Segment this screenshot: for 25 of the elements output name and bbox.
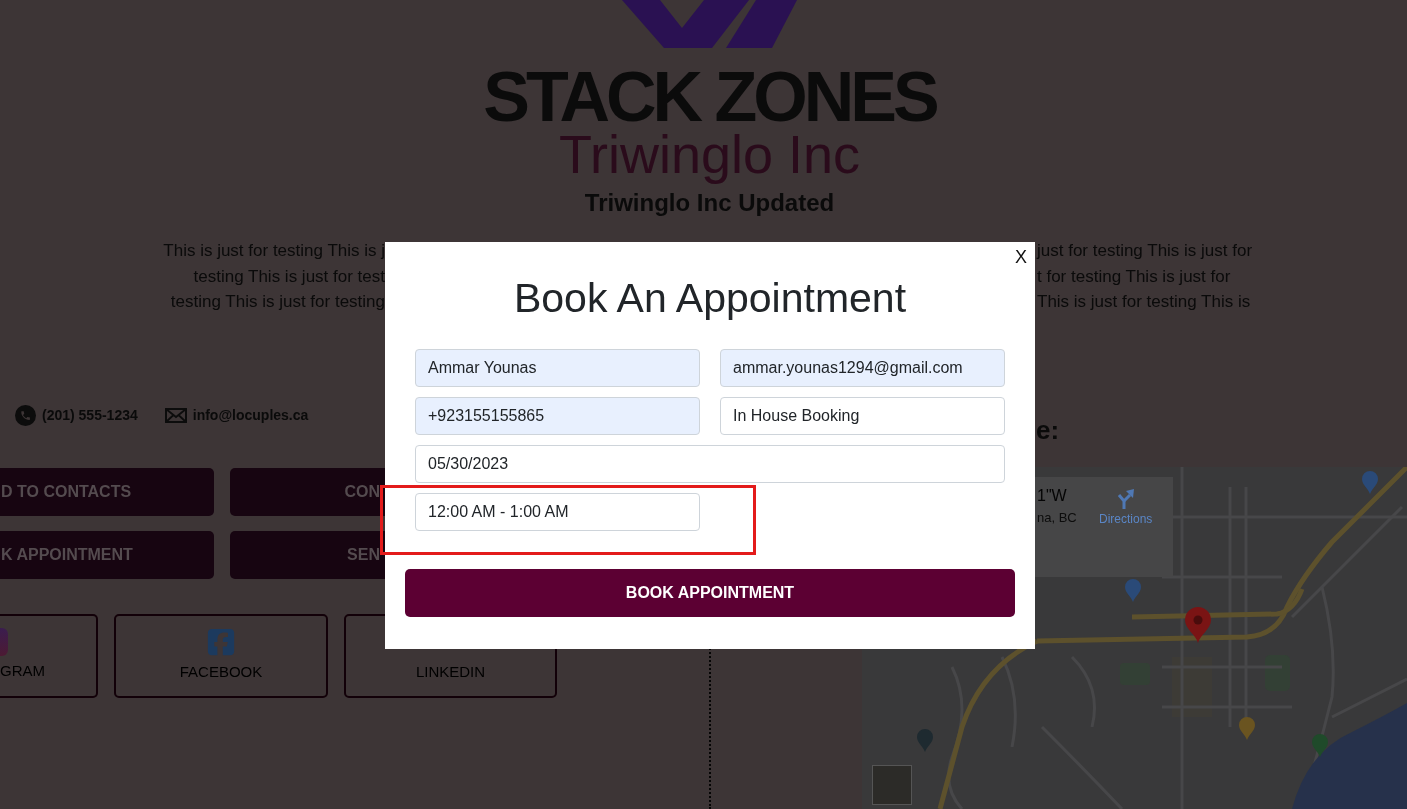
email-field[interactable]: ammar.younas1294@gmail.com — [720, 349, 1005, 387]
action-button[interactable]: D TO CONTACTS — [0, 467, 214, 516]
address-text: na, BC — [1037, 508, 1077, 527]
turn-arrow-icon — [1116, 488, 1135, 509]
social-link[interactable]: FACEBOOK — [114, 613, 328, 698]
phone-field[interactable]: +923155155865 — [415, 397, 700, 435]
map-pin-icon — [1185, 606, 1211, 643]
booking-type-field[interactable]: In House Booking — [720, 397, 1005, 435]
book-appointment-button[interactable]: BOOK APPOINTMENT — [405, 569, 1015, 617]
gradient-tile-icon — [0, 627, 8, 656]
social-link[interactable]: GRAM — [0, 613, 98, 698]
action-button[interactable]: CON — [230, 467, 385, 516]
date-field[interactable]: 05/30/2023 — [415, 445, 1005, 483]
map-type-thumbnail[interactable] — [872, 764, 912, 805]
name-field[interactable]: Ammar Younas — [415, 349, 700, 387]
coordinates-text: 1"W — [1037, 485, 1067, 506]
time-field[interactable]: 12:00 AM - 1:00 AM — [415, 493, 700, 531]
action-button[interactable]: SEN — [230, 530, 385, 579]
close-button[interactable]: X — [1015, 247, 1027, 267]
envelope-icon — [164, 407, 187, 423]
phone-icon — [15, 404, 36, 426]
dialog-title: Book An Appointment — [513, 274, 907, 322]
facebook-icon — [206, 626, 236, 657]
action-button[interactable]: K APPOINTMENT — [0, 530, 214, 579]
directions-link[interactable]: Directions — [1099, 488, 1153, 533]
